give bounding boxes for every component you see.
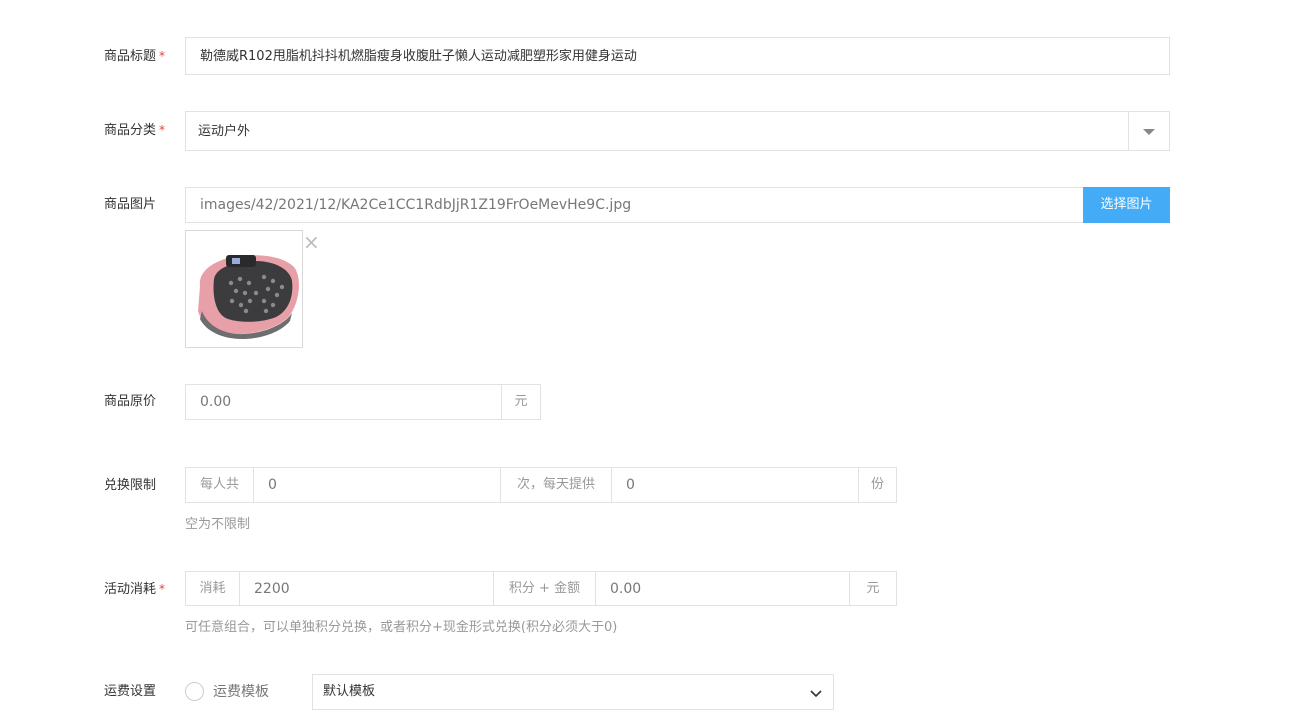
points-plus-amount: 积分 + 金额 [508,581,581,596]
per-day-prefix: 次，每天提供 [516,477,595,492]
required-mark: * [159,49,166,63]
title-label: 商品标题 * [104,46,165,67]
image-path-input[interactable]: images/42/2021/12/KA2Ce1CC1RdbJjR1Z19FrO… [185,187,1084,223]
consumption-help: 可任意组合，可以单独积分兑换，或者积分+现金形式兑换(积分必须大于0) [185,620,618,635]
price-unit-addon: 元 [501,384,541,420]
exchange-limit-group: 每人共 0 次，每天提供 0 份 [185,467,897,503]
consumption-label: 活动消耗 * [104,579,165,600]
image-thumbnail [185,230,303,348]
points-input[interactable]: 2200 [240,579,493,599]
chevron-down-icon [809,685,823,699]
per-person-input[interactable]: 0 [254,475,500,495]
per-person-prefix: 每人共 [199,477,239,492]
remove-image-icon[interactable]: × [303,231,320,253]
consumption-label-text: 活动消耗 [104,582,157,597]
exchange-limit-help: 空为不限制 [185,517,251,532]
title-input-value: 勒德威R102甩脂机抖抖机燃脂瘦身收腹肚子懒人运动减肥塑形家用健身运动 [200,49,637,64]
shipping-label: 运费设置 [104,684,157,699]
price-input-value: 0.00 [200,394,232,410]
price-input[interactable]: 0.00 [185,384,502,420]
consumption-group: 消耗 2200 积分 + 金额 0.00 元 [185,571,897,606]
image-label: 商品图片 [104,197,157,212]
caret-down-icon[interactable] [1129,112,1169,150]
consume-prefix: 消耗 [199,581,226,596]
vibration-plate-icon [198,255,299,339]
required-mark: * [159,123,166,137]
per-day-unit: 份 [870,477,884,492]
category-select[interactable]: 运动户外 [185,111,1170,151]
exchange-limit-label: 兑换限制 [104,478,157,493]
image-path-value: images/42/2021/12/KA2Ce1CC1RdbJjR1Z19FrO… [200,197,632,213]
per-day-input[interactable]: 0 [612,475,858,495]
select-image-button[interactable]: 选择图片 [1083,187,1170,223]
category-label-text: 商品分类 [104,123,157,138]
category-label: 商品分类 * [104,120,165,141]
select-image-button-label: 选择图片 [1100,197,1153,212]
title-input[interactable]: 勒德威R102甩脂机抖抖机燃脂瘦身收腹肚子懒人运动减肥塑形家用健身运动 [185,37,1170,75]
amount-unit: 元 [866,581,880,596]
shipping-template-value: 默认模板 [323,684,376,699]
category-select-value: 运动户外 [198,124,251,139]
shipping-template-select[interactable]: 默认模板 [312,674,834,710]
amount-input[interactable]: 0.00 [596,579,849,599]
title-label-text: 商品标题 [104,49,157,64]
shipping-template-radio[interactable] [185,682,204,701]
shipping-template-radio-label[interactable]: 运费模板 [213,682,269,702]
required-mark: * [159,582,166,596]
price-unit: 元 [514,394,528,409]
price-label: 商品原价 [104,394,157,409]
